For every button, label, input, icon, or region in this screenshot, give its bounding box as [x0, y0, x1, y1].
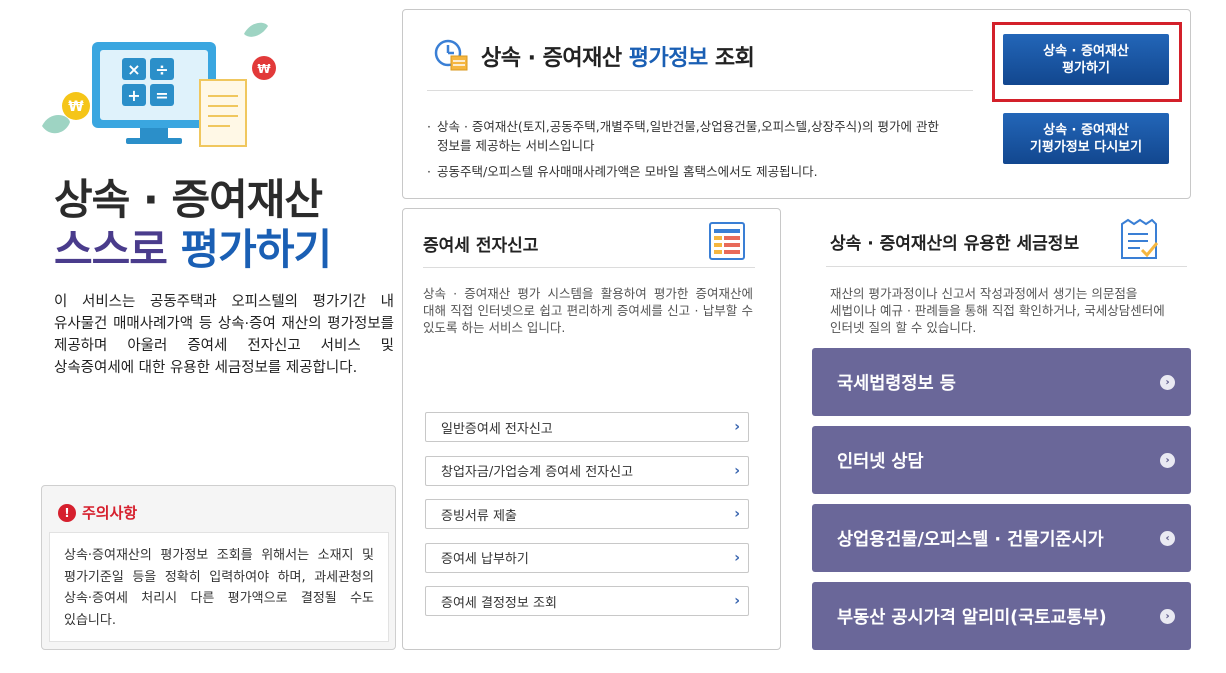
svg-text:₩: ₩ [257, 62, 271, 76]
service-description: 이 서비스는 공동주택과 오피스텔의 평가기간 내 유사물건 매매사례가액 등 … [54, 294, 394, 376]
link-general-gift-tax-efiling[interactable]: 일반증여세 전자신고 › [425, 412, 749, 442]
useful-tax-info-description: 재산의 평가과정이나 신고서 작성과정에서 생기는 의문점을 세법이나 예규 ·… [830, 286, 1165, 335]
link-label: 증여세 결정정보 조회 [441, 595, 557, 611]
valuation-info-title: 상속 · 증여재산 평가정보 조회 [481, 40, 755, 72]
review-button-line1: 상속 · 증여재산 [1043, 122, 1129, 138]
clock-calendar-icon [433, 36, 469, 76]
gift-tax-efiling-title: 증여세 전자신고 [423, 236, 539, 256]
hero-illustration: × ÷ + = ₩ ₩ [36, 18, 296, 158]
chevron-right-icon: › [734, 419, 740, 435]
page-title: 상속 · 증여재산 스스로 평가하기 [54, 175, 333, 275]
arrow-left-circle-icon: ‹ [1160, 530, 1175, 546]
warning-icon: ! [58, 503, 76, 522]
notice-title: 주의사항 [82, 504, 138, 522]
bullet-item: 상속 · 증여재산(토지,공동주택,개별주택,일반건물,상업용건물,오피스텔,상… [427, 117, 972, 155]
spreadsheet-icon [708, 221, 746, 261]
button-label: 인터넷 상담 [837, 451, 924, 472]
button-label: 국세법령정보 등 [837, 373, 956, 394]
tax-law-info-button[interactable]: 국세법령정보 등 › [812, 348, 1191, 416]
useful-tax-info-title: 상속 · 증여재산의 유용한 세금정보 [830, 234, 1080, 254]
divider [423, 267, 755, 268]
link-pay-gift-tax[interactable]: 증여세 납부하기 › [425, 542, 749, 573]
evaluate-button-line1: 상속 · 증여재산 [1043, 43, 1129, 59]
svg-text:₩: ₩ [68, 99, 84, 115]
gift-tax-link-list: 일반증여세 전자신고 › 창업자금/가업승계 증여세 전자신고 › 증빙서류 제출 ›… [425, 412, 749, 630]
notice-header: ! 주의사항 [58, 502, 137, 523]
link-submit-documents[interactable]: 증빙서류 제출 › [425, 499, 749, 529]
chevron-right-icon: › [734, 506, 740, 522]
page-title-line2-blue: 평가하기 [180, 225, 333, 274]
valuation-title-highlight: 평가정보 [628, 46, 708, 71]
notice-box: ! 주의사항 상속·증여재산의 평가정보 조회를 위해서는 소재지 및 평가기준… [41, 485, 396, 650]
divider [427, 90, 973, 91]
gift-tax-efiling-panel: 증여세 전자신고 상속 · 증여재산 평가 시스템을 활용하여 평가한 증여재산… [402, 208, 781, 650]
evaluate-button-highlight: 상속 · 증여재산 평가하기 [992, 22, 1182, 102]
link-gift-tax-decision-inquiry[interactable]: 증여세 결정정보 조회 › [425, 586, 749, 616]
page-title-line1: 상속 · 증여재산 [54, 175, 323, 224]
svg-text:=: = [155, 86, 168, 105]
divider [826, 266, 1187, 267]
valuation-title-post: 조회 [707, 46, 755, 71]
chevron-right-icon: › [734, 549, 740, 566]
link-startup-fund-succession-efiling[interactable]: 창업자금/가업승계 증여세 전자신고 › [425, 455, 749, 486]
arrow-right-circle-icon: › [1160, 374, 1175, 390]
link-label: 일반증여세 전자신고 [441, 421, 553, 437]
valuation-info-bullets: 상속 · 증여재산(토지,공동주택,개별주택,일반건물,상업용건물,오피스텔,상… [427, 117, 972, 181]
arrow-right-circle-icon: › [1160, 452, 1175, 468]
checklist-icon [1118, 218, 1160, 260]
svg-text:÷: ÷ [155, 60, 168, 79]
valuation-info-panel: 상속 · 증여재산 평가정보 조회 상속 · 증여재산(토지,공동주택,개별주택… [402, 9, 1191, 199]
internet-consultation-button[interactable]: 인터넷 상담 › [812, 426, 1191, 494]
svg-text:+: + [127, 86, 140, 105]
gift-tax-efiling-description: 상속 · 증여재산 평가 시스템을 활용하여 평가한 증여재산에 대해 직접 인… [423, 286, 753, 335]
evaluate-button-line2: 평가하기 [1062, 60, 1110, 76]
review-previous-evaluation-button[interactable]: 상속 · 증여재산 기평가정보 다시보기 [1003, 113, 1169, 164]
bullet-item: 공동주택/오피스텔 유사매매사례가액은 모바일 홈택스에서도 제공됩니다. [427, 162, 972, 181]
evaluate-button[interactable]: 상속 · 증여재산 평가하기 [1003, 34, 1169, 85]
page-title-line2-purple: 스스로 [54, 225, 181, 274]
link-label: 증여세 납부하기 [441, 552, 529, 567]
notice-text: 상속·증여재산의 평가정보 조회를 위해서는 소재지 및 평가기준일 등을 정확… [49, 532, 389, 642]
link-label: 창업자금/가업승계 증여세 전자신고 [441, 465, 634, 480]
button-label: 부동산 공시가격 알리미(국토교통부) [837, 607, 1107, 628]
valuation-title-pre: 상속 · 증여재산 [481, 46, 629, 71]
arrow-right-circle-icon: › [1160, 608, 1175, 624]
real-estate-price-alert-button[interactable]: 부동산 공시가격 알리미(국토교통부) › [812, 582, 1191, 650]
button-label: 상업용건물/오피스텔 · 건물기준시가 [837, 529, 1104, 550]
link-label: 증빙서류 제출 [441, 508, 517, 524]
chevron-right-icon: › [734, 462, 740, 479]
review-button-line2: 기평가정보 다시보기 [1029, 139, 1143, 155]
commercial-building-standard-price-button[interactable]: 상업용건물/오피스텔 · 건물기준시가 ‹ [812, 504, 1191, 572]
svg-text:×: × [127, 60, 140, 79]
valuation-info-header: 상속 · 증여재산 평가정보 조회 [433, 36, 755, 76]
leaf-icon [42, 115, 70, 134]
chevron-right-icon: › [734, 593, 740, 609]
